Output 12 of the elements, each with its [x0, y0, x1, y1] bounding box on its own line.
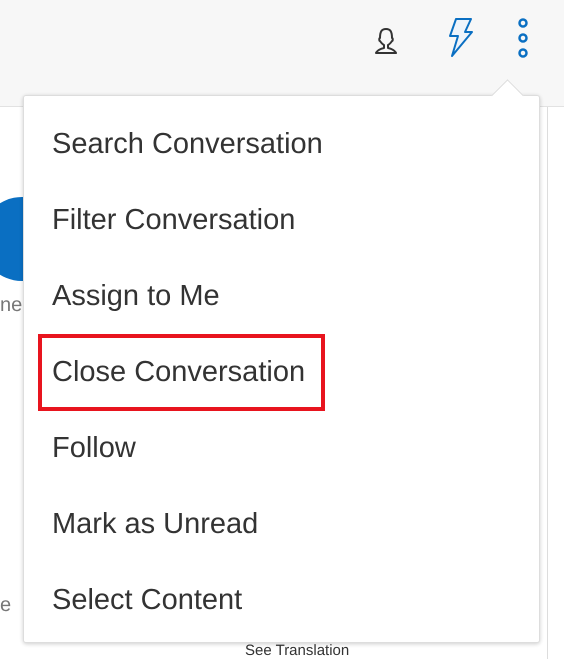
menu-item[interactable]: Close Conversation — [38, 334, 326, 410]
text-fragment: ne — [0, 294, 22, 317]
menu-item[interactable]: Filter Conversation — [38, 182, 316, 258]
text-fragment: e — [0, 594, 12, 617]
see-translation-link[interactable]: See Translation — [245, 642, 350, 659]
menu-item[interactable]: Select Content — [38, 562, 262, 638]
menu-item[interactable]: Follow — [38, 410, 156, 486]
more-options-icon[interactable] — [516, 18, 530, 58]
menu-item[interactable]: Mark as Unread — [38, 486, 278, 562]
menu-item[interactable]: Assign to Me — [38, 258, 240, 334]
menu-item[interactable]: Search Conversation — [38, 106, 343, 182]
lightning-icon[interactable] — [448, 18, 474, 58]
